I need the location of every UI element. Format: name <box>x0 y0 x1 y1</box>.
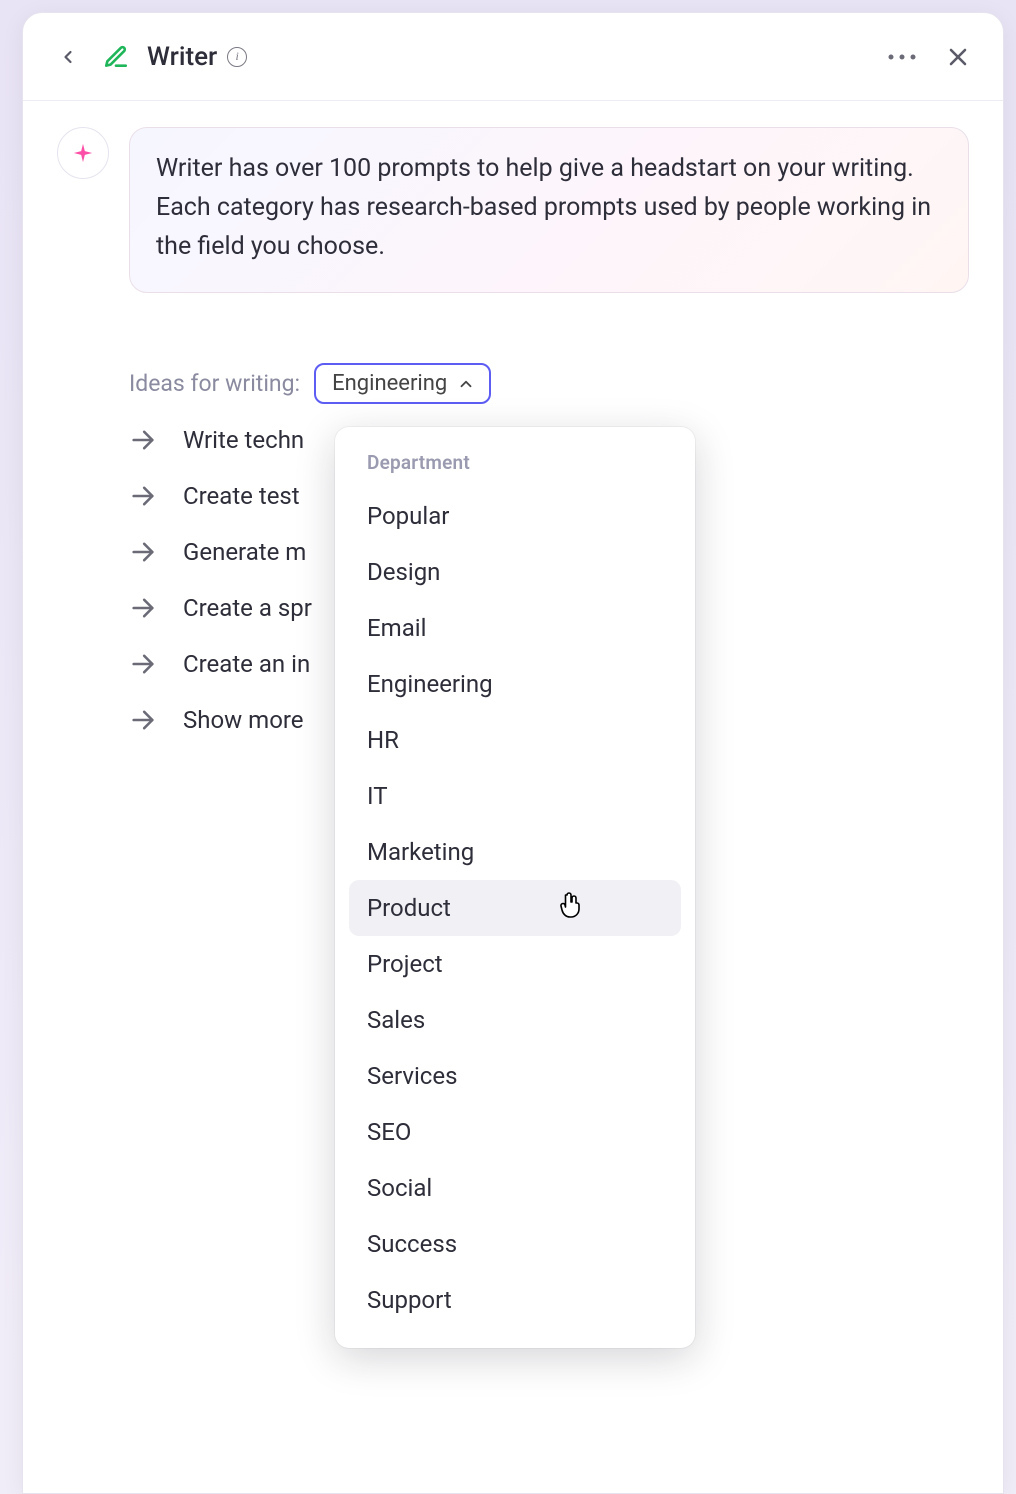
dropdown-option[interactable]: Services <box>349 1048 681 1104</box>
arrow-right-icon <box>129 482 157 510</box>
close-button[interactable] <box>941 40 975 74</box>
dropdown-option[interactable]: Project <box>349 936 681 992</box>
ai-badge <box>57 127 109 179</box>
dropdown-option-label: Project <box>367 950 443 978</box>
ellipsis-icon <box>887 53 917 61</box>
dropdown-option-label: IT <box>367 782 388 810</box>
idea-item-label: Create a spr <box>183 594 312 622</box>
ideas-label-row: Ideas for writing: Engineering <box>129 363 491 404</box>
back-button[interactable] <box>51 40 85 74</box>
titlebar-right <box>885 40 975 74</box>
idea-item-label: Show more <box>183 706 304 734</box>
chevron-up-icon <box>457 375 475 393</box>
dropdown-option[interactable]: Social <box>349 1160 681 1216</box>
dropdown-option[interactable]: HR <box>349 712 681 768</box>
dropdown-option-label: Services <box>367 1062 457 1090</box>
category-dropdown-value: Engineering <box>332 371 447 396</box>
arrow-right-icon <box>129 426 157 454</box>
dropdown-option[interactable]: Sales <box>349 992 681 1048</box>
dropdown-option-label: HR <box>367 726 399 754</box>
edit-button[interactable] <box>99 40 133 74</box>
dropdown-option-label: Sales <box>367 1006 425 1034</box>
dropdown-option[interactable]: Popular <box>349 488 681 544</box>
dropdown-option[interactable]: Design <box>349 544 681 600</box>
dropdown-option[interactable]: Product <box>349 880 681 936</box>
dropdown-heading: Department <box>349 445 681 488</box>
dropdown-option[interactable]: Support <box>349 1272 681 1328</box>
dropdown-option-label: Email <box>367 614 426 642</box>
idea-item-label: Create test <box>183 482 300 510</box>
arrow-right-icon <box>129 706 157 734</box>
arrow-right-icon <box>129 594 157 622</box>
dropdown-option[interactable]: Marketing <box>349 824 681 880</box>
dropdown-option-label: Social <box>367 1174 432 1202</box>
idea-item-label: Create an in <box>183 650 310 678</box>
body: Writer has over 100 prompts to help give… <box>23 101 1003 1493</box>
dropdown-option-label: Product <box>367 894 451 922</box>
idea-item-label: Write techn <box>183 426 304 454</box>
writer-window: Writer i <box>22 12 1004 1494</box>
cursor-pointer-icon <box>559 892 581 924</box>
dropdown-option-label: Marketing <box>367 838 474 866</box>
page-title-text: Writer <box>147 42 217 72</box>
chevron-left-icon <box>58 47 78 67</box>
intro-card: Writer has over 100 prompts to help give… <box>129 127 969 293</box>
more-button[interactable] <box>885 40 919 74</box>
dropdown-option[interactable]: Engineering <box>349 656 681 712</box>
dropdown-option-label: Design <box>367 558 440 586</box>
close-icon <box>946 45 970 69</box>
category-dropdown[interactable]: Engineering <box>314 363 491 404</box>
dropdown-option-label: Support <box>367 1286 452 1314</box>
dropdown-option-label: Engineering <box>367 670 493 698</box>
dropdown-option[interactable]: SEO <box>349 1104 681 1160</box>
dropdown-option-label: SEO <box>367 1118 411 1146</box>
arrow-right-icon <box>129 538 157 566</box>
sparkle-icon <box>72 142 94 164</box>
dropdown-option[interactable]: Email <box>349 600 681 656</box>
dropdown-option[interactable]: Success <box>349 1216 681 1272</box>
info-icon[interactable]: i <box>227 47 247 67</box>
idea-item-label: Generate m <box>183 538 306 566</box>
ideas-block: Ideas for writing: Engineering Write tec… <box>129 363 969 734</box>
page-title: Writer i <box>147 42 247 72</box>
dropdown-option[interactable]: IT <box>349 768 681 824</box>
dropdown-option-label: Popular <box>367 502 449 530</box>
titlebar: Writer i <box>23 13 1003 101</box>
dropdown-option-label: Success <box>367 1230 457 1258</box>
ideas-label: Ideas for writing: <box>129 370 300 397</box>
arrow-right-icon <box>129 650 157 678</box>
category-dropdown-menu[interactable]: Department Popular Design Email Engineering… <box>335 427 695 1348</box>
intro-text: Writer has over 100 prompts to help give… <box>156 154 931 261</box>
titlebar-left: Writer i <box>51 40 247 74</box>
pencil-icon <box>103 44 129 70</box>
intro-row: Writer has over 100 prompts to help give… <box>57 127 969 293</box>
